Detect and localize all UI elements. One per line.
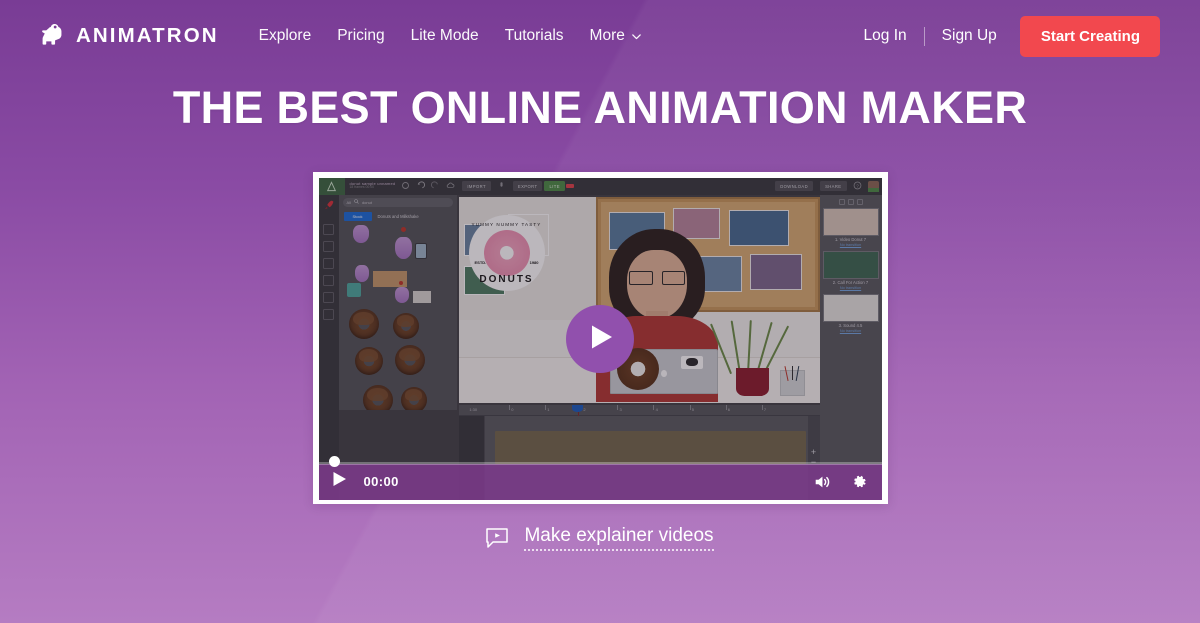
header-actions: Log In Sign Up Start Creating xyxy=(864,15,1160,57)
chevron-down-icon xyxy=(631,31,642,42)
progress-bar[interactable] xyxy=(318,455,882,467)
logo-wordmark: ANIMATRON xyxy=(76,23,219,47)
video-player[interactable]: donut sample unnamed 18 frames 00:00 IMP… xyxy=(318,177,882,500)
site-header: ANIMATRON Explore Pricing Lite Mode Tuto… xyxy=(0,0,1200,72)
nav-explore[interactable]: Explore xyxy=(259,28,312,44)
progress-scrubber-handle[interactable] xyxy=(328,455,340,467)
make-explainer-videos-link[interactable]: Make explainer videos xyxy=(524,525,714,552)
start-creating-button[interactable]: Start Creating xyxy=(1019,15,1160,57)
nav-more[interactable]: More xyxy=(590,28,642,44)
video-card: donut sample unnamed 18 frames 00:00 IMP… xyxy=(312,171,888,504)
volume-on-icon[interactable] xyxy=(813,473,831,491)
video-controls-bar: 00:00 xyxy=(318,455,882,500)
video-time-display: 00:00 xyxy=(363,474,399,489)
video-message-icon xyxy=(486,528,509,549)
logo-link[interactable]: ANIMATRON xyxy=(38,21,219,51)
play-icon[interactable] xyxy=(332,471,347,492)
auth-divider xyxy=(923,26,925,46)
explainer-videos-row: Make explainer videos xyxy=(0,525,1200,552)
gear-icon[interactable] xyxy=(850,473,868,491)
main-navigation: Explore Pricing Lite Mode Tutorials More xyxy=(259,28,642,44)
play-button-overlay[interactable] xyxy=(566,304,634,373)
nav-lite-mode[interactable]: Lite Mode xyxy=(411,28,479,44)
landing-page: ANIMATRON Explore Pricing Lite Mode Tuto… xyxy=(0,0,1200,623)
page-title: THE BEST ONLINE ANIMATION MAKER xyxy=(172,82,1028,133)
nav-tutorials[interactable]: Tutorials xyxy=(505,28,564,44)
nav-more-label: More xyxy=(589,27,625,45)
play-triangle-icon xyxy=(586,324,614,353)
animatron-dog-logo-icon xyxy=(38,21,68,51)
signup-link[interactable]: Sign Up xyxy=(942,28,997,44)
login-link[interactable]: Log In xyxy=(864,28,907,44)
nav-pricing[interactable]: Pricing xyxy=(337,28,384,44)
video-controls-right xyxy=(813,473,868,491)
